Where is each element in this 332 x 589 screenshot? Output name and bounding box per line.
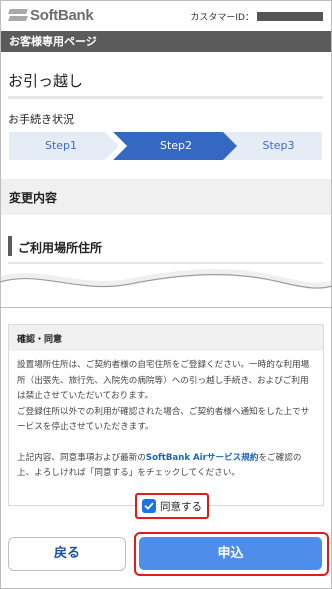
agree-checkbox-row[interactable]: 同意する <box>135 493 209 519</box>
status-label: お手続き状況 <box>8 113 74 126</box>
confirm-body: 設置場所住所は、ご契約者様の自宅住所をご登録ください。一時的な利用場所（出張先、… <box>9 351 323 482</box>
step-1: Step1 <box>44 139 78 152</box>
header: SoftBank カスタマーID： <box>1 1 331 31</box>
service-terms-link[interactable]: SoftBank Airサービス規約 <box>146 453 259 463</box>
confirm-agreement-box: 確認・同意 設置場所住所は、ご契約者様の自宅住所をご登録ください。一時的な利用場… <box>8 324 324 506</box>
confirm-paragraph-1-text: 設置場所住所は、ご契約者様の自宅住所をご登録ください。一時的な利用場所（出張先、… <box>17 360 310 401</box>
usage-address-section: ご利用場所住所 <box>8 236 324 256</box>
usage-address-heading: ご利用場所住所 <box>18 241 103 255</box>
checkmark-icon <box>144 502 154 510</box>
confirm-paragraph-3: 上記内容、同意事項および最新のSoftBank Airサービス規約をご確認の上、… <box>17 451 315 482</box>
customer-id-redacted <box>257 12 323 21</box>
step-2: Step2 <box>159 139 193 152</box>
confirm-paragraph-2-text: ご登録住所以外での利用が確認された場合、ご契約者様へ通知をした上でサービスを停止… <box>17 406 310 433</box>
section-marker <box>8 236 12 256</box>
customer-id-label: カスタマーID： <box>190 13 254 23</box>
step-3: Step3 <box>262 139 295 152</box>
confirm-heading: 確認・同意 <box>9 325 323 351</box>
title-divider <box>8 96 323 99</box>
omission-tear <box>0 269 332 308</box>
usage-address-divider <box>8 262 323 264</box>
change-content-section: 変更内容 <box>1 179 331 215</box>
confirm-paragraph-3-prefix: 上記内容、同意事項および最新の <box>17 452 146 463</box>
agree-label: 同意する <box>160 500 202 513</box>
step-progress: Step1 Step2 Step3 <box>9 132 322 160</box>
page-title: お引っ越し <box>8 72 84 90</box>
back-button[interactable]: 戻る <box>8 537 126 571</box>
confirm-paragraph-1: 設置場所住所は、ご契約者様の自宅住所をご登録ください。一時的な利用場所（出張先、… <box>17 358 315 436</box>
change-content-heading: 変更内容 <box>9 191 58 205</box>
apply-button[interactable]: 申込 <box>139 537 322 570</box>
softbank-logo-icon <box>8 8 28 22</box>
customer-id: カスタマーID： <box>190 10 323 23</box>
apply-highlight-frame: 申込 <box>134 532 329 576</box>
page-bar-title: お客様専用ページ <box>1 31 331 52</box>
agree-checkbox[interactable] <box>142 499 156 513</box>
softbank-logo: SoftBank <box>8 5 94 25</box>
brand-name: SoftBank <box>30 6 94 24</box>
